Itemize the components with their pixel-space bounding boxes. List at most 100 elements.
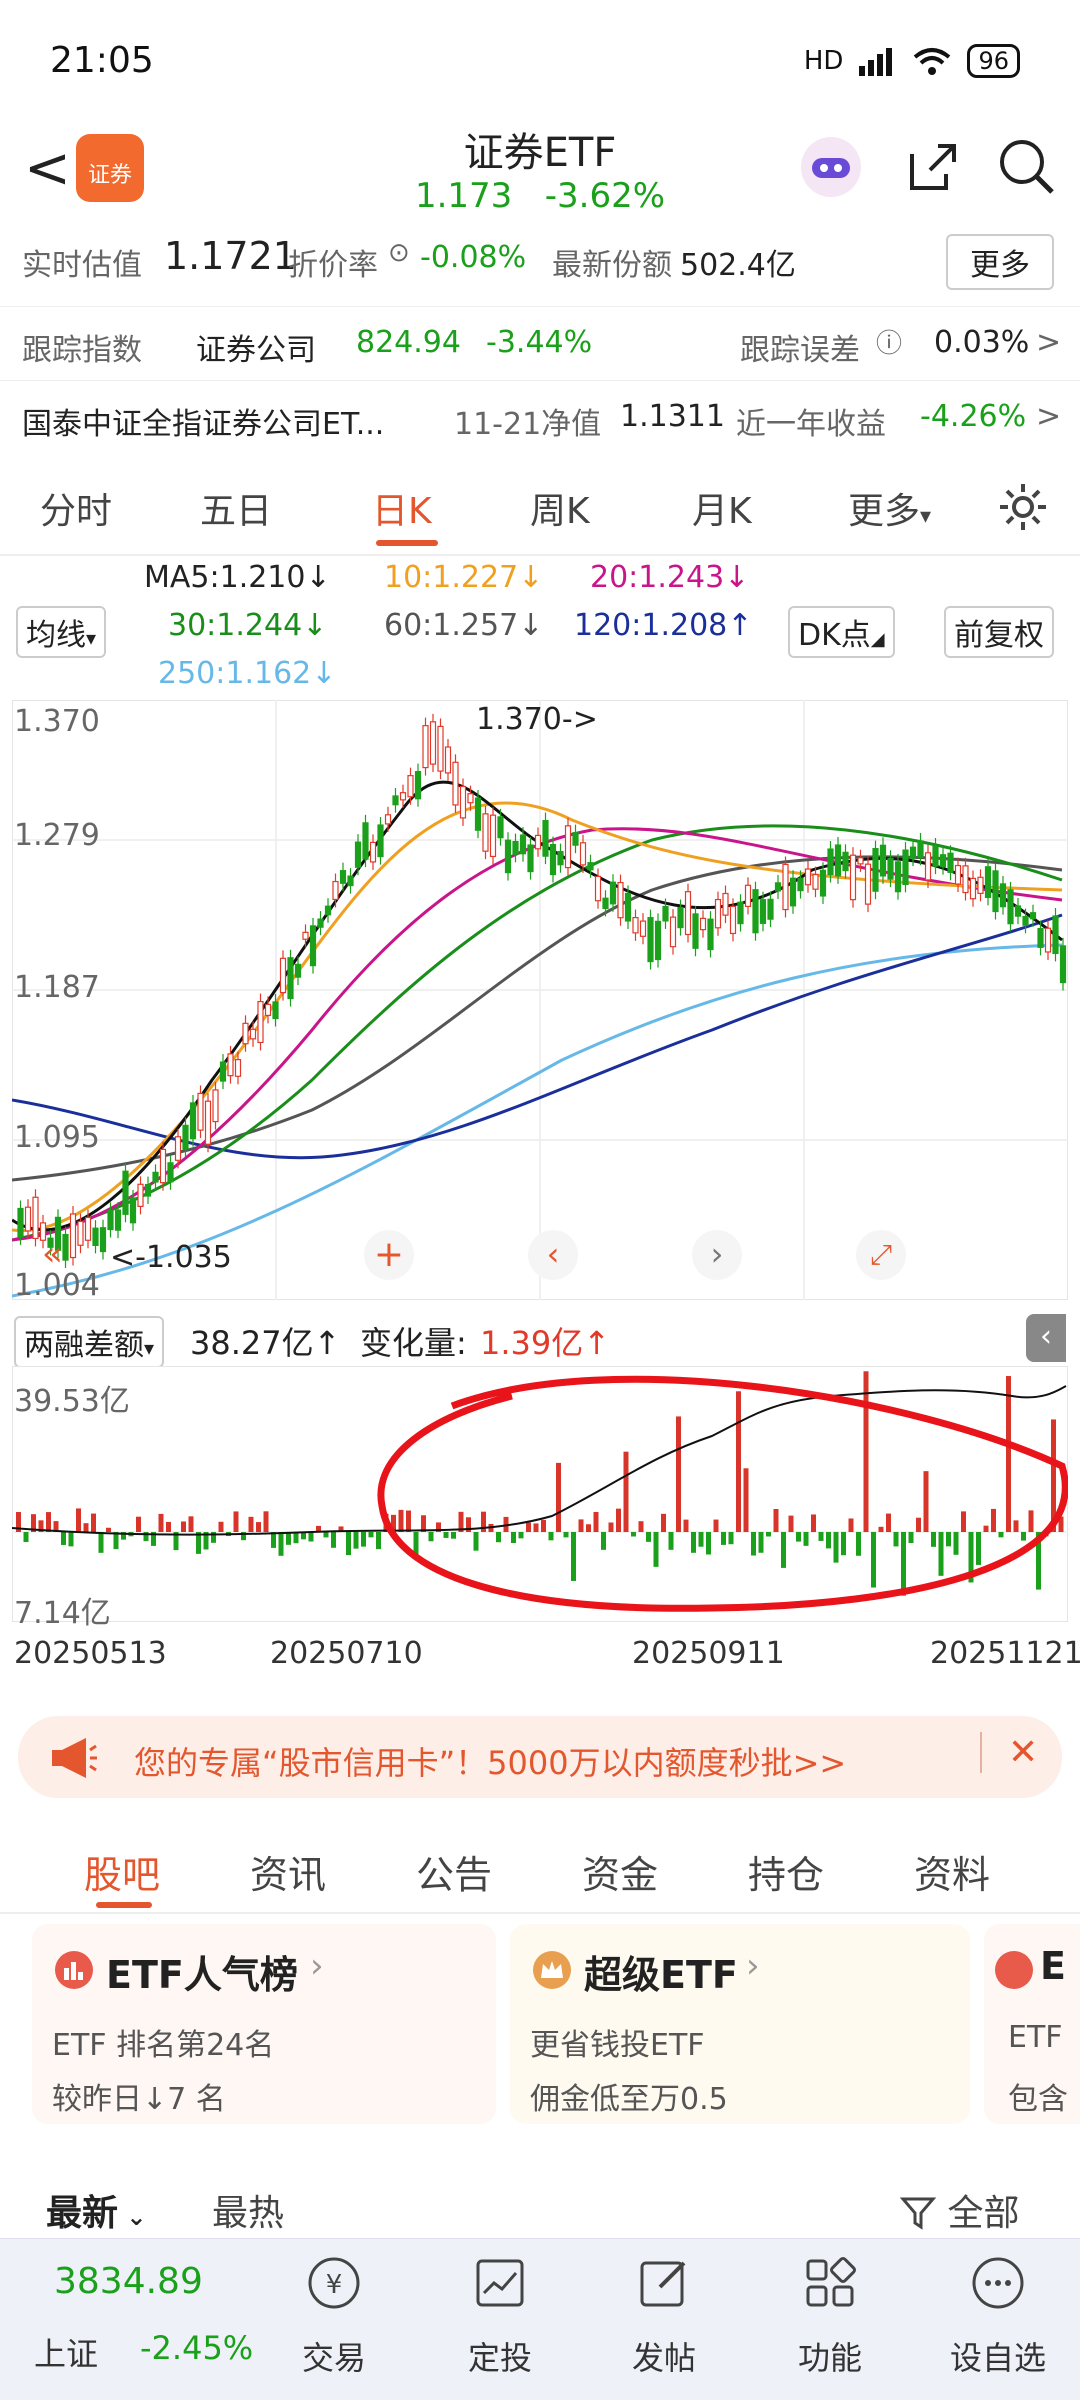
promo-text: 您的专属“股市信用卡”！5000万以内额度秒批>> (134, 1744, 847, 1782)
indicator-selector[interactable]: 两融差额▾ (14, 1316, 165, 1368)
margin-bar (683, 1519, 689, 1532)
tracking-error-value: 0.03% (934, 325, 1030, 360)
tab-funds[interactable]: 资金 (582, 1844, 658, 1899)
tab-forum[interactable]: 股吧 (84, 1844, 160, 1899)
margin-bar (398, 1509, 404, 1532)
candle-body (819, 869, 827, 897)
dk-point-button[interactable]: DK点◢ (788, 606, 895, 658)
tab-daily-k[interactable]: 日K (372, 482, 432, 534)
nav-auto-invest[interactable]: 定投 (440, 2239, 560, 2400)
nav-label: 11-21净值 (454, 407, 602, 442)
candle-body (617, 881, 624, 919)
assistant-avatar-icon[interactable] (798, 134, 864, 200)
margin-bar (781, 1532, 786, 1568)
nav-trade[interactable]: ¥ 交易 (274, 2239, 394, 2400)
current-price: 1.173 (414, 176, 513, 216)
status-icons: HD 96 (804, 44, 1020, 78)
margin-bar (181, 1521, 186, 1532)
y-axis-top-label: 39.53亿 (14, 1384, 130, 1419)
tab-weekly-k[interactable]: 周K (530, 482, 590, 534)
collapse-panel-icon[interactable]: ‹ (1026, 1314, 1066, 1362)
sub-indicator-header: 两融差额▾ 38.27亿↑ 变化量: 1.39亿↑ ‹ (0, 1310, 1080, 1368)
signal-icon (859, 48, 893, 76)
margin-bar (428, 1532, 434, 1542)
status-bar: 21:05 HD 96 (0, 0, 1080, 120)
candle-body (669, 916, 677, 948)
share-icon[interactable] (900, 134, 966, 200)
search-icon[interactable] (994, 134, 1060, 200)
candle-body (984, 866, 992, 898)
tab-more[interactable]: 更多▾ (848, 482, 931, 534)
candle-body (212, 1089, 219, 1123)
zoom-in-icon[interactable]: + (364, 1230, 414, 1280)
ma-selector[interactable]: 均线▾ (16, 606, 107, 658)
tab-five-day[interactable]: 五日 (200, 482, 272, 534)
margin-bar (571, 1532, 576, 1581)
candle-body (482, 813, 489, 852)
candle-body (512, 840, 519, 855)
card-line: 佣金低至万0.5 (530, 2082, 728, 2117)
sort-latest[interactable]: 最新 ⌄ (46, 2184, 146, 2236)
tab-monthly-k[interactable]: 月K (692, 482, 752, 534)
active-tab-indicator (96, 1902, 152, 1908)
scroll-left-icon[interactable]: ‹ (528, 1230, 578, 1280)
fullscreen-icon[interactable]: ⤢ (856, 1230, 906, 1280)
kline-chart[interactable]: 1.370 1.279 1.187 1.095 1.004 1.370-> <-… (11, 699, 1069, 1303)
filter-button[interactable]: 全部 (899, 2184, 1019, 2236)
info-icon[interactable]: ⊙ (388, 238, 410, 268)
scroll-right-icon[interactable]: › (692, 1230, 742, 1280)
margin-balance-value: 38.27亿↑ (190, 1324, 341, 1362)
candle-body (902, 849, 909, 885)
candle-body (182, 1124, 189, 1150)
candle-body (714, 898, 722, 929)
candle-body (947, 852, 954, 873)
tab-intraday[interactable]: 分时 (40, 482, 112, 534)
candle-body (324, 905, 332, 916)
candle-body (272, 1001, 279, 1020)
candle-body (767, 898, 774, 920)
header: < 证券 证券ETF 1.173 -3.62% (0, 110, 1080, 230)
nav-add-watchlist[interactable]: 设自选 (938, 2239, 1058, 2400)
margin-bar (931, 1532, 936, 1547)
close-icon[interactable]: ✕ (980, 1732, 1038, 1773)
year-return-label: 近一年收益 (736, 407, 886, 442)
card-title: 超级ETF (584, 1953, 738, 1997)
sort-hottest[interactable]: 最热 (212, 2184, 284, 2236)
margin-bar (256, 1522, 261, 1532)
fund-nav-row[interactable]: 国泰中证全指证券公司ET... 11-21净值 1.1311 近一年收益 -4.… (0, 380, 1080, 452)
high-marker: 1.370-> (476, 702, 598, 737)
etf-badge-icon (995, 1951, 1033, 1989)
margin-balance-chart[interactable]: 39.53亿 7.14亿 (11, 1365, 1069, 1631)
scroll-left-fast-icon[interactable]: « (42, 1234, 63, 1274)
more-button[interactable]: 更多 (946, 234, 1054, 290)
ma30-value: 30:1.244↓ (168, 608, 328, 643)
help-icon[interactable]: ⓘ (876, 323, 902, 360)
settings-gear-icon[interactable] (996, 480, 1050, 534)
tab-news[interactable]: 资讯 (250, 1844, 326, 1899)
candle-body (752, 889, 759, 934)
candle-body (557, 850, 564, 866)
adjust-button[interactable]: 前复权 (944, 606, 1054, 658)
tab-holdings[interactable]: 持仓 (748, 1844, 824, 1899)
nav-post[interactable]: 发帖 (604, 2239, 724, 2400)
margin-bar (983, 1525, 989, 1532)
margin-bar (623, 1451, 629, 1532)
tracking-index-row[interactable]: 跟踪指数 证券公司 824.94 -3.44% 跟踪误差 ⓘ 0.03% > (0, 306, 1080, 378)
margin-bar (668, 1532, 674, 1550)
margin-bar (376, 1532, 381, 1550)
margin-bar (548, 1532, 554, 1541)
tab-announcements[interactable]: 公告 (416, 1844, 492, 1899)
candle-body (197, 1092, 204, 1131)
margin-bar (166, 1521, 171, 1532)
ma20-value: 20:1.243↓ (590, 560, 750, 595)
candle-body (782, 863, 789, 911)
y-axis-label: 1.370 (14, 704, 100, 739)
promo-banner[interactable]: 您的专属“股市信用卡”！5000万以内额度秒批>> ✕ (18, 1716, 1062, 1798)
etf-popularity-card[interactable]: ETF人气榜 › ETF 排名第24名 较昨日↓7 名 (32, 1924, 496, 2124)
grid-icon (806, 2257, 856, 2307)
etf-extra-card[interactable]: E ETF 包含 (984, 1924, 1080, 2124)
nav-functions[interactable]: 功能 (770, 2239, 890, 2400)
tab-profile[interactable]: 资料 (914, 1844, 990, 1899)
super-etf-card[interactable]: 超级ETF › 更省钱投ETF 佣金低至万0.5 (510, 1924, 970, 2124)
margin-bar (68, 1532, 74, 1547)
